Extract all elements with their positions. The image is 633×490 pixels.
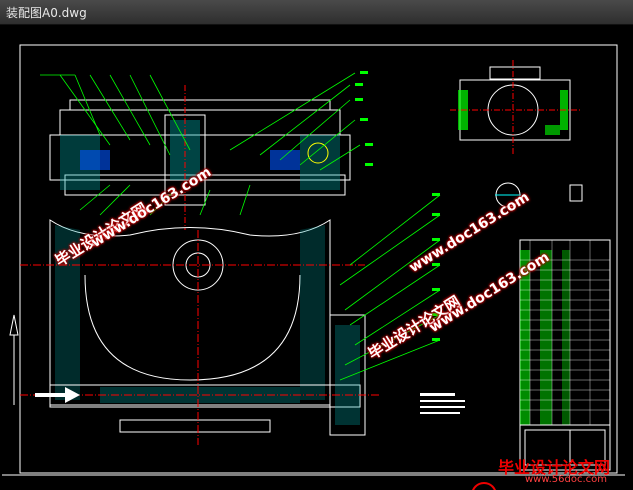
window-title: 装配图A0.dwg xyxy=(6,6,87,20)
parts-list-table xyxy=(519,239,611,471)
tech-notes xyxy=(420,393,465,414)
footer-logo: 毕业设计论文网 www.56doc.com xyxy=(470,452,630,488)
upper-assembly xyxy=(49,85,351,230)
footer-logo-url: www.56doc.com xyxy=(525,474,608,485)
window-titlebar: 装配图A0.dwg xyxy=(0,0,633,25)
drawing-canvas[interactable]: 毕业设计论文网 www.doc163.com www.doc163.com 毕业… xyxy=(0,25,633,490)
part-number-tags xyxy=(355,71,440,341)
side-view xyxy=(450,60,583,208)
